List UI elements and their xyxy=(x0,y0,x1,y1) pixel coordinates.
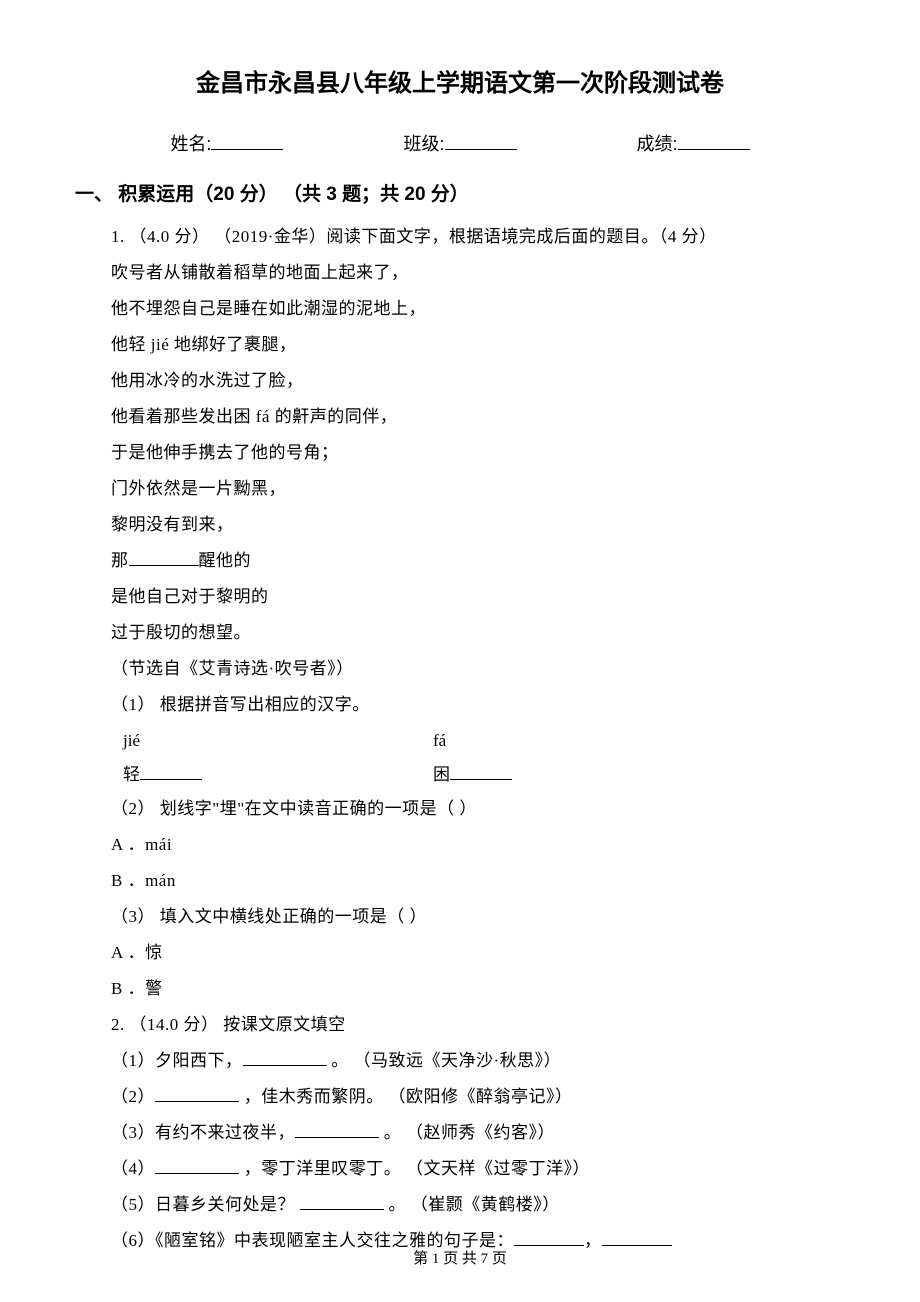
name-label: 姓名: xyxy=(170,134,211,154)
option-a: A ．mái xyxy=(111,828,845,862)
page-title: 金昌市永昌县八年级上学期语文第一次阶段测试卷 xyxy=(75,60,845,108)
class-blank xyxy=(445,132,517,150)
q1-intro: 1. （4.0 分） （2019·金华）阅读下面文字，根据语境完成后面的题目。（… xyxy=(111,220,845,254)
class-label: 班级: xyxy=(403,134,444,154)
score-blank xyxy=(678,132,750,150)
score-label: 成绩: xyxy=(637,134,678,154)
q1-line: 吹号者从铺散着稻草的地面上起来了， xyxy=(111,256,845,290)
q1-line: 黎明没有到来， xyxy=(111,508,845,542)
q1-line: 过于殷切的想望。 xyxy=(111,616,845,650)
q1-line: 他用冰冷的水洗过了脸， xyxy=(111,364,845,398)
pinyin-row: jié 轻 fá 困 xyxy=(111,724,845,792)
pinyin-jie: jié xyxy=(123,724,433,758)
fill-blank xyxy=(155,1158,239,1174)
q1-line: 他看着那些发出困 fá 的鼾声的同伴， xyxy=(111,400,845,434)
q1-line: 于是他伸手携去了他的号角； xyxy=(111,436,845,470)
name-blank xyxy=(211,132,283,150)
fill-blank xyxy=(129,550,199,566)
q1-line: 他轻 jié 地绑好了裹腿， xyxy=(111,328,845,362)
q1-sub2: （2） 划线字"埋"在文中读音正确的一项是（ ） xyxy=(111,792,845,826)
option-a: A ．惊 xyxy=(111,936,845,970)
student-info-row: 姓名: 班级: 成绩: xyxy=(75,126,845,162)
q1-line: 他不埋怨自己是睡在如此潮湿的泥地上， xyxy=(111,292,845,326)
q2-item: （5）日暮乡关何处是？ 。 （崔颢《黄鹤楼》） xyxy=(111,1188,845,1222)
char-qing: 轻 xyxy=(123,765,140,784)
q1-line: 门外依然是一片黝黑， xyxy=(111,472,845,506)
question-1: 1. （4.0 分） （2019·金华）阅读下面文字，根据语境完成后面的题目。（… xyxy=(75,220,845,1258)
q2-item: （2） ，佳木秀而繁阴。 （欧阳修《醉翁亭记》） xyxy=(111,1080,845,1114)
q1-line: 是他自己对于黎明的 xyxy=(111,580,845,614)
option-b: B ．mán xyxy=(111,864,845,898)
q1-sub3: （3） 填入文中横线处正确的一项是（ ） xyxy=(111,900,845,934)
page-footer: 第 1 页 共 7 页 xyxy=(0,1244,920,1274)
q2-item: （3）有约不来过夜半， 。 （赵师秀《约客》） xyxy=(111,1116,845,1150)
fill-blank xyxy=(450,764,512,780)
q2-intro: 2. （14.0 分） 按课文原文填空 xyxy=(111,1008,845,1042)
q2-item: （1）夕阳西下， 。 （马致远《天净沙·秋思》） xyxy=(111,1044,845,1078)
fill-blank xyxy=(243,1050,327,1066)
option-b: B ．警 xyxy=(111,972,845,1006)
q1-source: （节选自《艾青诗选·吹号者》） xyxy=(111,652,845,686)
q2-item: （4） ，零丁洋里叹零丁。 （文天样《过零丁洋》） xyxy=(111,1152,845,1186)
fill-blank xyxy=(155,1086,239,1102)
fill-blank xyxy=(140,764,202,780)
section-1-heading: 一、 积累运用（20 分） （共 3 题；共 20 分） xyxy=(75,176,845,214)
fill-blank xyxy=(300,1194,384,1210)
char-kun: 困 xyxy=(433,765,450,784)
q1-blank-line: 那醒他的 xyxy=(111,544,845,578)
fill-blank xyxy=(295,1122,379,1138)
pinyin-fa: fá xyxy=(433,724,743,758)
q1-sub1: （1） 根据拼音写出相应的汉字。 xyxy=(111,688,845,722)
